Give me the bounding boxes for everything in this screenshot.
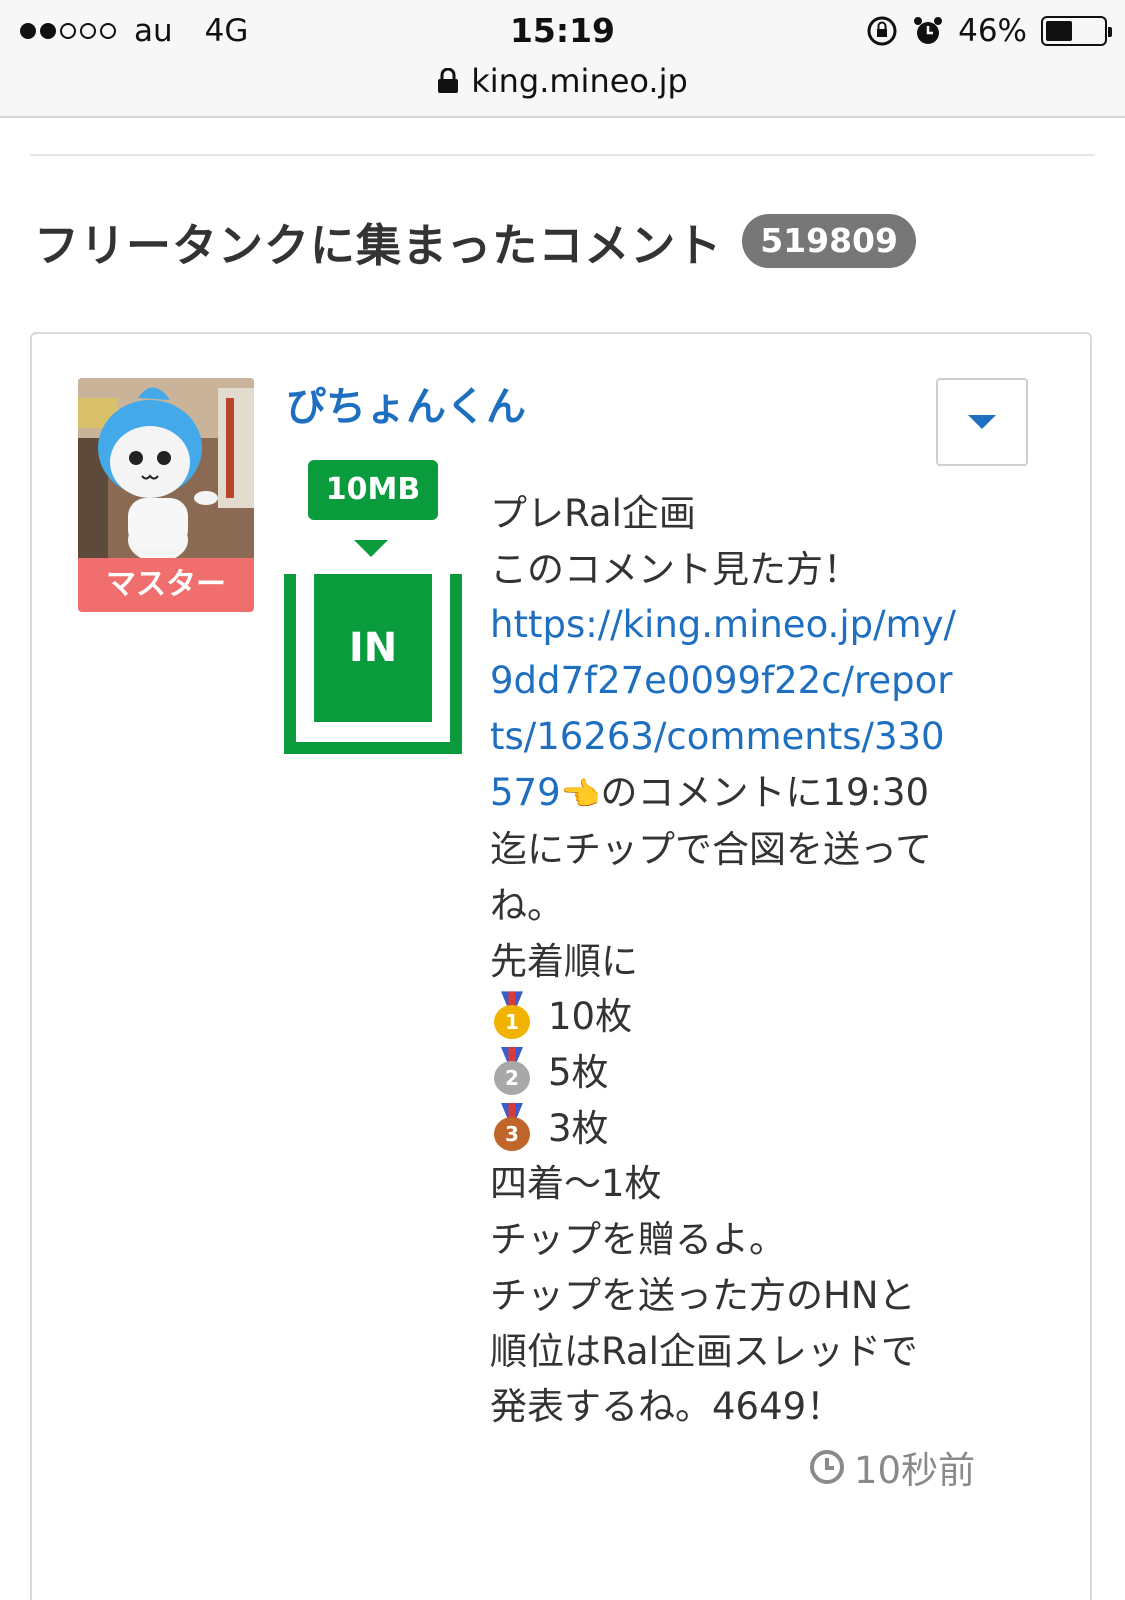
gold-medal-icon: 1 — [494, 991, 530, 1040]
comment-line: 1 10枚 — [490, 989, 990, 1045]
avatar-image — [78, 378, 254, 558]
comment-line: チップを贈るよ。 — [490, 1218, 786, 1262]
status-bar: au 4G 15:19 46% king.mineo.jp — [0, 0, 1125, 118]
comment-text: 10枚 — [548, 995, 633, 1039]
comment-text: 3枚 — [548, 1106, 609, 1150]
role-badge: マスター — [78, 558, 254, 612]
comment-menu-button[interactable] — [936, 378, 1028, 466]
comment-text: のコメントに19:30 — [600, 770, 930, 814]
clock-icon — [810, 1450, 844, 1484]
battery-icon — [1041, 16, 1112, 46]
tank-icon: IN — [284, 574, 462, 754]
comment-line: 3 3枚 — [490, 1101, 990, 1157]
comment-line: 発表するね。4649！ — [490, 1385, 844, 1429]
comment-timestamp: 10秒前 — [810, 1440, 975, 1494]
timestamp-text: 10秒前 — [854, 1449, 976, 1492]
divider — [30, 154, 1095, 156]
comment-line: プレRal企画 — [490, 492, 696, 535]
comment-line: 四着〜1枚 — [490, 1162, 662, 1206]
comment-line: 2 5枚 — [490, 1045, 990, 1101]
avatar[interactable]: マスター — [78, 378, 254, 612]
comment-line: 順位はRal企画スレッドで — [490, 1329, 918, 1373]
comment-text: 5枚 — [548, 1051, 609, 1095]
comment-body: プレRal企画 このコメント見た方！ https://king.mineo.jp… — [490, 486, 990, 1435]
silver-medal-icon: 2 — [494, 1047, 530, 1096]
comment-count-badge: 519809 — [742, 214, 916, 268]
section-title: フリータンクに集まったコメント — [34, 218, 723, 272]
comment-line: 迄にチップで合図を送って — [490, 828, 933, 872]
comment-link[interactable]: 9dd7f27e0099f22c/repor — [490, 653, 990, 709]
data-amount-badge: 10MB — [308, 460, 438, 520]
comment-line: このコメント見た方！ — [490, 547, 860, 591]
comment-link[interactable]: https://king.mineo.jp/my/ — [490, 597, 990, 653]
comment-line: ね。 — [490, 883, 564, 927]
lock-icon — [438, 68, 459, 93]
bronze-medal-icon: 3 — [494, 1102, 530, 1151]
chevron-down-icon — [968, 415, 996, 429]
rotation-lock-icon — [867, 16, 897, 46]
comment-line: 先着順に — [490, 939, 638, 983]
comment-card: マスター ぴちょんくん 10MB IN プレRal企画 このコメント見た方！ h… — [30, 332, 1092, 1600]
pointing-hand-icon: 👈 — [560, 774, 601, 813]
status-bar-right: 46% — [866, 8, 1112, 54]
comment-link[interactable]: 579 — [490, 771, 561, 814]
comment-link[interactable]: ts/16263/comments/330 — [490, 709, 990, 765]
comment-line: チップを送った方のHNと — [490, 1273, 916, 1317]
tank-in-label: IN — [314, 574, 432, 722]
address-bar[interactable]: king.mineo.jp — [0, 58, 1125, 104]
username-link[interactable]: ぴちょんくん — [286, 374, 526, 432]
section-header: フリータンクに集まったコメント 519809 — [34, 206, 916, 276]
alarm-icon — [914, 17, 943, 44]
url-text: king.mineo.jp — [471, 62, 688, 100]
arrow-down-icon — [354, 540, 388, 557]
comment-line: 579👈のコメントに19:30 — [490, 765, 990, 823]
battery-percent: 46% — [958, 13, 1027, 49]
